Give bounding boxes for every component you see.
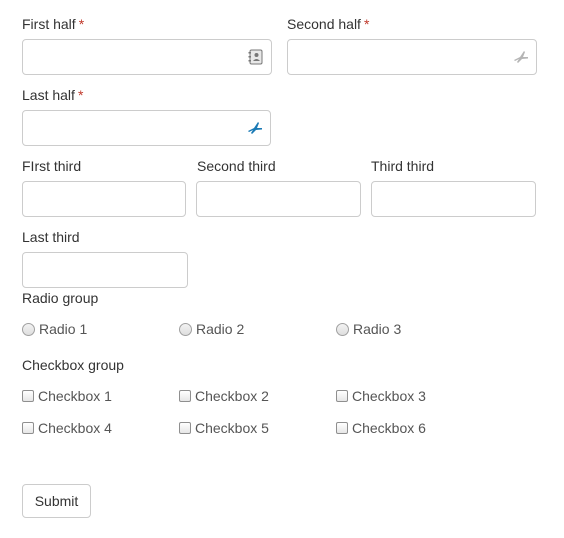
radio-option-label: Radio 3 xyxy=(353,321,402,337)
checkbox[interactable] xyxy=(179,422,191,434)
last-half-label: Last half * xyxy=(22,86,83,104)
contact-book-icon[interactable] xyxy=(247,48,265,66)
checkbox[interactable] xyxy=(22,390,34,402)
second-half-label-text: Second half xyxy=(287,16,361,32)
submit-button[interactable]: Submit xyxy=(22,484,91,518)
radio-button[interactable] xyxy=(336,322,349,336)
first-third-label: FIrst third xyxy=(22,158,82,174)
checkbox[interactable] xyxy=(22,422,34,434)
plane-active-icon[interactable] xyxy=(246,119,264,137)
checkbox-option-label: Checkbox 1 xyxy=(38,388,112,404)
second-third-label: Second third xyxy=(197,158,276,174)
second-half-label: Second half * xyxy=(287,15,369,33)
first-half-label-text: First half xyxy=(22,16,76,32)
checkbox-option-5[interactable]: Checkbox 5 xyxy=(179,420,269,436)
checkbox-option-label: Checkbox 2 xyxy=(195,388,269,404)
radio-option-3[interactable]: Radio 3 xyxy=(336,321,401,337)
first-half-input[interactable] xyxy=(22,39,272,75)
checkbox-option-3[interactable]: Checkbox 3 xyxy=(336,388,426,404)
checkbox[interactable] xyxy=(336,390,348,402)
first-third-input[interactable] xyxy=(22,181,186,217)
radio-group-label: Radio group xyxy=(22,290,99,306)
last-half-input[interactable] xyxy=(22,110,271,146)
radio-button[interactable] xyxy=(22,322,35,336)
checkbox-option-label: Checkbox 6 xyxy=(352,420,426,436)
required-mark: * xyxy=(78,16,85,32)
radio-option-1[interactable]: Radio 1 xyxy=(22,321,87,337)
second-third-input[interactable] xyxy=(196,181,361,217)
plane-icon[interactable] xyxy=(512,48,530,66)
last-half-label-text: Last half xyxy=(22,87,75,103)
required-mark: * xyxy=(77,87,84,103)
last-third-input[interactable] xyxy=(22,252,188,288)
checkbox-option-6[interactable]: Checkbox 6 xyxy=(336,420,426,436)
radio-option-label: Radio 2 xyxy=(196,321,245,337)
radio-option-label: Radio 1 xyxy=(39,321,88,337)
checkbox[interactable] xyxy=(179,390,191,402)
third-third-input[interactable] xyxy=(371,181,536,217)
required-mark: * xyxy=(363,16,370,32)
checkbox-option-label: Checkbox 4 xyxy=(38,420,112,436)
checkbox-option-1[interactable]: Checkbox 1 xyxy=(22,388,112,404)
checkbox-group-label: Checkbox group xyxy=(22,357,124,373)
checkbox-option-2[interactable]: Checkbox 2 xyxy=(179,388,269,404)
checkbox-option-label: Checkbox 5 xyxy=(195,420,269,436)
second-half-input[interactable] xyxy=(287,39,537,75)
radio-option-2[interactable]: Radio 2 xyxy=(179,321,244,337)
third-third-label: Third third xyxy=(371,158,435,174)
radio-button[interactable] xyxy=(179,322,192,336)
checkbox-option-label: Checkbox 3 xyxy=(352,388,426,404)
checkbox-option-4[interactable]: Checkbox 4 xyxy=(22,420,112,436)
checkbox[interactable] xyxy=(336,422,348,434)
first-half-label: First half * xyxy=(22,15,84,33)
last-third-label: Last third xyxy=(22,229,80,245)
